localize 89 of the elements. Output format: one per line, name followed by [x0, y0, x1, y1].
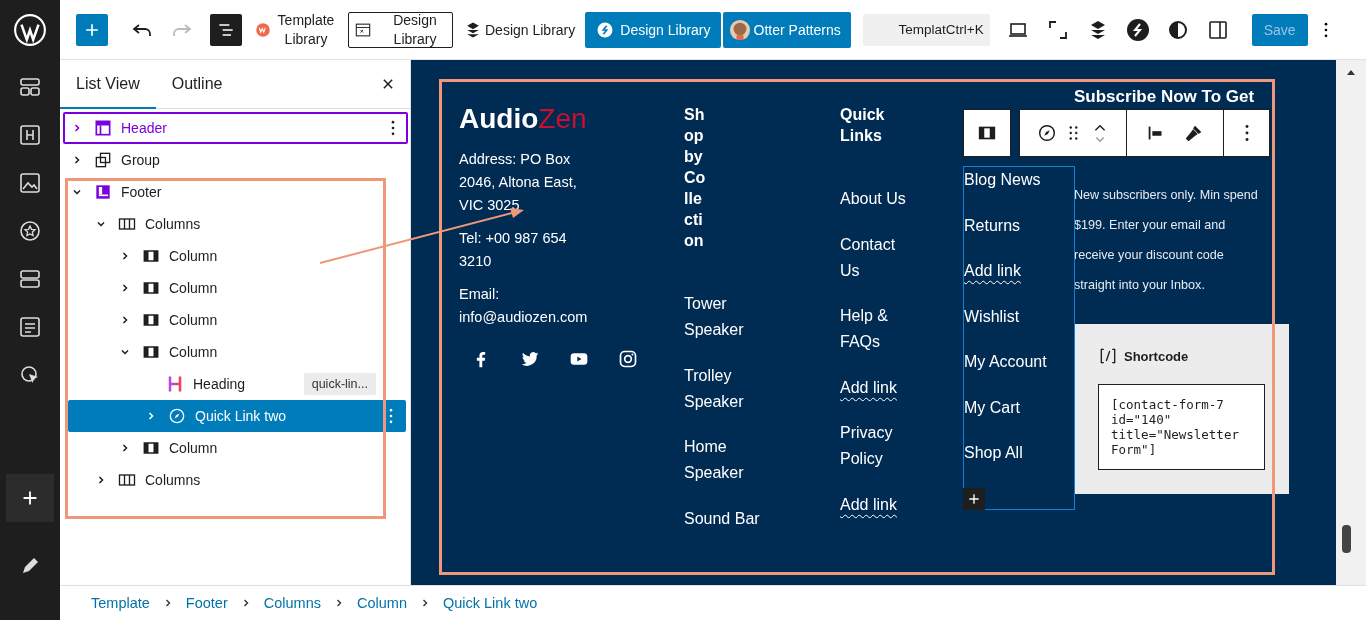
breadcrumb-link[interactable]: Template [91, 595, 150, 611]
tree-item[interactable]: Group [63, 144, 408, 176]
tree-label: Columns [145, 216, 201, 232]
plus-icon [966, 491, 982, 507]
design-library-button[interactable]: Design Library [463, 19, 576, 40]
menu-link[interactable]: Sound Bar [684, 505, 762, 532]
breadcrumb-link[interactable]: Footer [185, 595, 228, 611]
tree-item[interactable]: Column [63, 304, 408, 336]
tree-item[interactable]: Heading quick-lin... [63, 368, 408, 400]
tree-item[interactable]: Column [63, 432, 408, 464]
tree-label: Footer [121, 184, 162, 200]
email-label: Email: [459, 285, 501, 304]
shortcode-field[interactable]: [contact-form-7 id="140" title="Newsletter Form"] [1098, 384, 1265, 470]
menu-link[interactable]: My Cart [964, 394, 1074, 421]
menu-link[interactable]: Returns [964, 212, 1074, 239]
breadcrumb-link[interactable]: Columns [263, 595, 321, 611]
bolt-circle-icon[interactable] [1125, 17, 1150, 42]
otter-avatar-icon [728, 18, 751, 41]
tree-item[interactable]: Footer [63, 176, 408, 208]
column-heading: Shop by Collection [684, 105, 707, 251]
menu-link[interactable]: Trolley Speaker [684, 362, 762, 415]
otter-patterns-button[interactable]: Otter Patterns [722, 11, 851, 48]
tree-label: Column [169, 280, 218, 296]
menu-link[interactable]: Wishlist [964, 303, 1074, 330]
shortcode-icon [1098, 346, 1118, 366]
command-palette-button[interactable]: TemplatCtrl+K [862, 13, 990, 46]
instagram-icon[interactable] [618, 349, 638, 369]
twitter-icon[interactable] [520, 349, 540, 369]
menu-link[interactable]: Tower Speaker [684, 291, 762, 343]
tree-item[interactable]: Column [63, 336, 408, 368]
block-title: Shortcode [1124, 348, 1189, 364]
item-options-icon[interactable] [390, 118, 396, 138]
breadcrumb-link[interactable]: Column [357, 595, 407, 611]
add-link-placeholder[interactable]: Add link [964, 258, 1021, 284]
image-icon[interactable] [18, 171, 42, 195]
tree-label: Quick Link two [195, 408, 287, 424]
email-text: info@audiozen.com [459, 308, 589, 327]
header-block-icon [93, 118, 113, 138]
design-library-button[interactable]: Design Library [348, 11, 453, 48]
layout-icon[interactable] [18, 267, 42, 291]
tree-item[interactable]: Columns [63, 208, 408, 240]
form-icon[interactable] [18, 315, 42, 339]
add-link-placeholder[interactable]: Add link [840, 374, 897, 401]
add-button[interactable] [6, 474, 54, 522]
menu-link[interactable]: Shop All [964, 440, 1074, 466]
scrollbar[interactable] [1336, 60, 1366, 585]
tree-label: Column [169, 440, 218, 456]
tree-label: Column [169, 344, 218, 360]
phone-text: Tel: +00 987 654 3210 [459, 229, 568, 271]
tree-item[interactable]: Columns [63, 464, 408, 496]
tree-item[interactable]: Column [63, 240, 408, 272]
scroll-up-arrow-icon[interactable] [1346, 68, 1356, 76]
menu-link[interactable]: Privacy Policy [840, 420, 916, 472]
design-library-button[interactable]: Design Library [585, 11, 721, 48]
anchor-tag: quick-lin... [303, 373, 376, 395]
patterns-icon[interactable] [18, 75, 42, 99]
wordpress-logo[interactable] [13, 13, 47, 47]
tree-label: Group [121, 152, 160, 168]
breadcrumb-link[interactable]: Quick Link two [442, 595, 538, 611]
heading-icon[interactable] [18, 123, 42, 147]
compass-icon [167, 406, 187, 426]
panel-tab[interactable]: Outline [155, 60, 239, 109]
menu-link[interactable]: Blog News [964, 167, 1074, 193]
scrollbar-thumb[interactable] [1342, 525, 1351, 553]
footer-block-icon [93, 182, 113, 202]
menu-link[interactable]: About Us [840, 186, 916, 212]
address-text: Address: PO Box 2046, Altona East, VIC 3025 [459, 150, 578, 215]
list-view-button[interactable] [210, 13, 242, 46]
menu-link[interactable]: My Account [964, 349, 1074, 375]
tree-label: Header [121, 120, 167, 136]
subscribe-text: New subscribers only. Min spend $199. Enter your email and receive your discount code straight into your Inbox. [1074, 187, 1259, 294]
menu-link[interactable]: Help & FAQs [840, 303, 916, 355]
menu-link[interactable]: Home Speaker [684, 434, 762, 486]
tree-label: Column [169, 312, 218, 328]
menu-link[interactable]: Contact Us [840, 231, 916, 284]
tree-label: Column [169, 248, 218, 264]
group-block-icon [93, 150, 113, 170]
add-block-button[interactable] [76, 13, 108, 46]
site-logo: AudioZen [459, 104, 588, 134]
add-block-button[interactable] [963, 488, 985, 510]
tree-item[interactable]: Header [63, 112, 408, 144]
subscribe-heading: Subscribe Now To Get [1074, 86, 1256, 108]
column-heading: Quick Links [840, 105, 886, 146]
panel-tab[interactable]: List View [60, 60, 156, 109]
tree-label: Heading [193, 376, 246, 392]
add-link-placeholder[interactable]: Add link [840, 491, 897, 518]
template-library-button[interactable]: Template Library [276, 10, 336, 49]
tree-item[interactable]: Column [63, 272, 408, 304]
tree-label: Columns [145, 472, 201, 488]
